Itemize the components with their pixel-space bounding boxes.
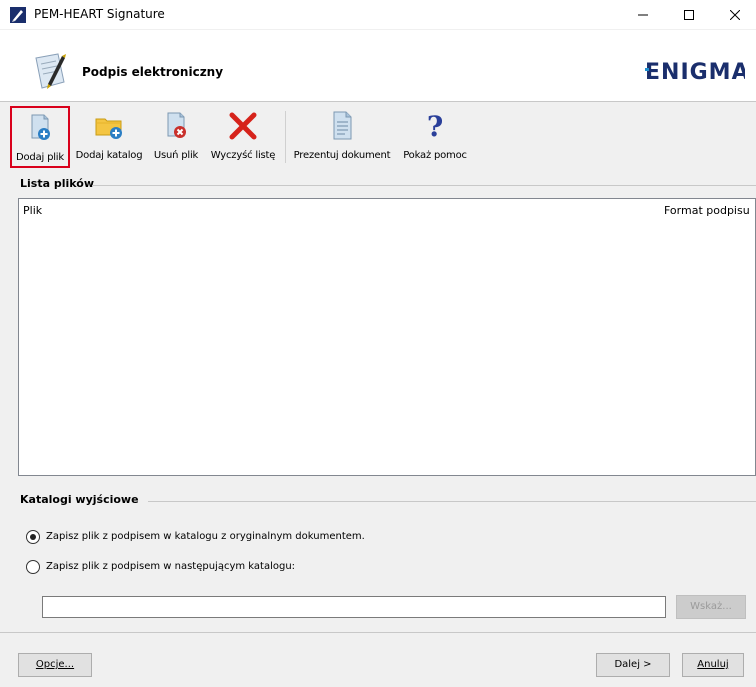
remove-file-icon — [167, 112, 186, 138]
radio-custom-folder[interactable]: Zapisz plik z podpisem w następującym ka… — [26, 560, 346, 576]
radio-selected-dot — [30, 534, 36, 540]
browse-button[interactable]: Wskaż... — [676, 595, 746, 619]
radio-original-folder-label[interactable]: Zapisz plik z podpisem w katalogu z oryg… — [46, 531, 365, 542]
help-icon: ? — [427, 110, 443, 142]
present-document-label: Prezentuj dokument — [293, 150, 391, 161]
file-list[interactable]: Plik Format podpisu — [18, 198, 756, 476]
radio-button[interactable] — [26, 530, 40, 544]
radio-button[interactable] — [26, 560, 40, 574]
toolbar-separator — [285, 111, 286, 163]
header-title: Podpis elektroniczny — [82, 65, 224, 79]
svg-text:ENIGMA: ENIGMA — [645, 60, 745, 84]
show-help-button[interactable]: ? Pokaż pomoc — [400, 106, 470, 168]
file-list-group-title: Lista plików — [20, 177, 94, 190]
options-button-label: Opcje... — [35, 659, 75, 670]
next-button[interactable]: Dalej > — [596, 653, 670, 677]
window-title: PEM-HEART Signature — [34, 7, 165, 21]
radio-custom-folder-label[interactable]: Zapisz plik z podpisem w następującym ka… — [46, 561, 295, 572]
remove-file-label: Usuń plik — [153, 150, 199, 161]
minimize-button[interactable] — [620, 0, 666, 30]
group-divider — [148, 501, 756, 502]
output-path-input[interactable] — [42, 596, 666, 618]
remove-file-button[interactable]: Usuń plik — [148, 106, 204, 168]
add-folder-button[interactable]: Dodaj katalog — [74, 106, 144, 168]
close-icon — [729, 9, 741, 21]
clear-list-button[interactable]: Wyczyść listę — [206, 106, 280, 168]
next-button-label: Dalej > — [614, 659, 652, 670]
output-group-title: Katalogi wyjściowe — [20, 493, 139, 506]
app-icon — [10, 7, 26, 23]
add-file-button[interactable]: Dodaj plik — [10, 106, 70, 168]
add-file-icon — [31, 114, 50, 140]
title-bar: PEM-HEART Signature — [0, 0, 756, 30]
footer-divider — [0, 632, 756, 633]
group-divider — [92, 185, 756, 186]
show-help-label: Pokaż pomoc — [403, 150, 467, 161]
clear-list-label: Wyczyść listę — [210, 150, 276, 161]
toolbar: Dodaj plik Dodaj katalog Usuń plik Wyczy… — [0, 103, 756, 171]
column-header-signature-format[interactable]: Format podpisu — [664, 204, 750, 217]
column-header-file[interactable]: Plik — [23, 204, 42, 217]
minimize-icon — [638, 14, 648, 16]
maximize-icon — [684, 10, 694, 20]
cancel-button-label: Anuluj — [697, 659, 729, 670]
add-folder-label: Dodaj katalog — [75, 150, 143, 161]
add-folder-icon — [95, 118, 122, 139]
enigma-logo: ENIGMA — [645, 60, 745, 84]
close-button[interactable] — [712, 0, 756, 30]
cancel-button[interactable]: Anuluj — [682, 653, 744, 677]
svg-text:?: ? — [427, 110, 443, 142]
signature-document-icon — [35, 53, 66, 89]
header-banner: Podpis elektroniczny ENIGMA — [0, 30, 756, 102]
document-icon — [333, 111, 352, 140]
add-file-label: Dodaj plik — [16, 152, 64, 163]
options-button[interactable]: Opcje... — [18, 653, 92, 677]
clear-list-icon — [229, 112, 257, 140]
radio-original-folder[interactable]: Zapisz plik z podpisem w katalogu z oryg… — [26, 530, 426, 546]
present-document-button[interactable]: Prezentuj dokument — [290, 106, 394, 168]
maximize-button[interactable] — [666, 0, 712, 30]
